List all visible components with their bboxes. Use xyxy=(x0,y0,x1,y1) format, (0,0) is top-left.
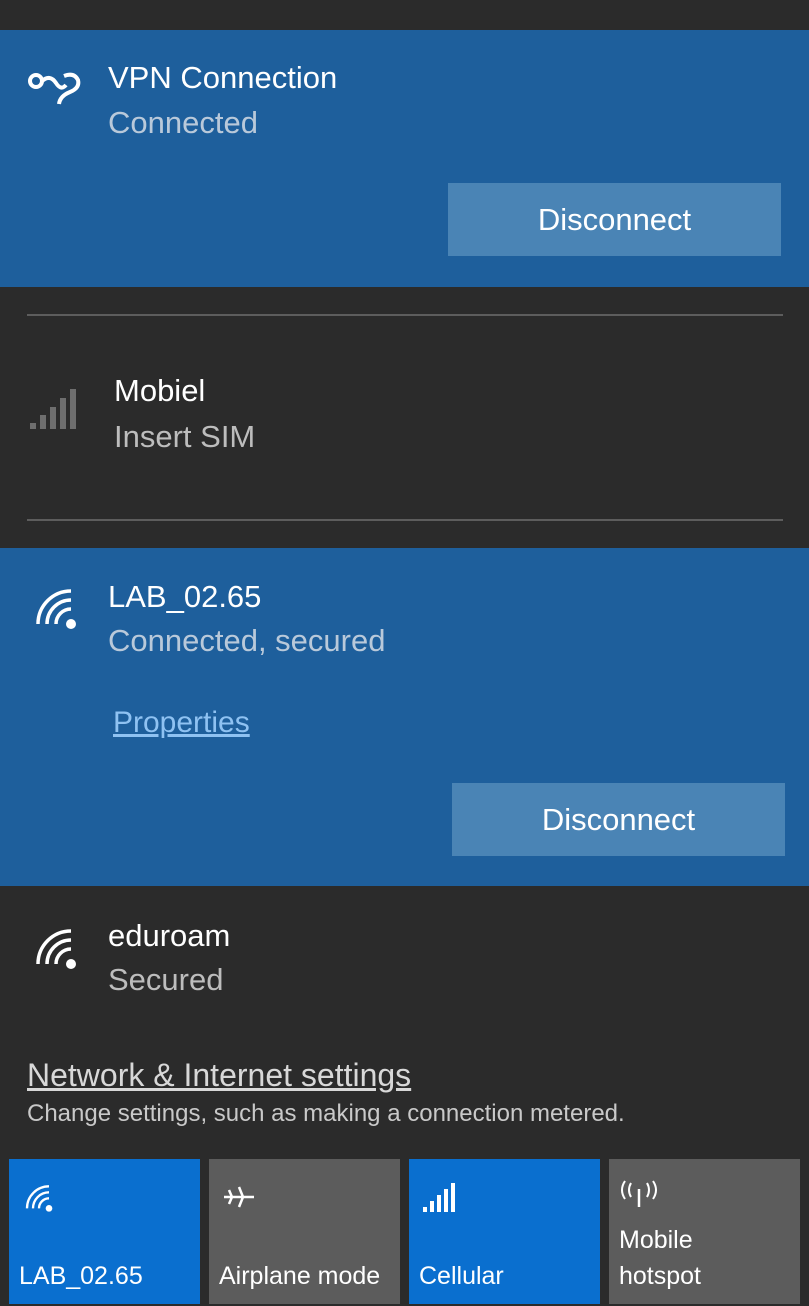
airplane-icon xyxy=(224,1186,254,1208)
quick-action-airplane-mode[interactable]: Airplane mode xyxy=(209,1159,400,1304)
quick-action-label: Cellular xyxy=(419,1262,504,1290)
wifi-icon xyxy=(25,1185,53,1212)
network-flyout: VPN Connection Connected Disconnect Mobi… xyxy=(0,0,809,1306)
quick-action-label: LAB_02.65 xyxy=(19,1262,143,1290)
divider xyxy=(27,519,783,521)
network-settings-description: Change settings, such as making a connec… xyxy=(27,1100,625,1127)
cellular-status: Insert SIM xyxy=(114,419,256,454)
wifi-connected-name: LAB_02.65 xyxy=(108,579,262,614)
vpn-connection-item[interactable]: VPN Connection Connected Disconnect xyxy=(0,30,809,287)
vpn-icon xyxy=(28,72,81,105)
vpn-disconnect-button[interactable]: Disconnect xyxy=(448,183,781,256)
hotspot-icon xyxy=(621,1180,657,1207)
divider xyxy=(27,314,783,316)
flyout-top-strip xyxy=(0,0,809,30)
signal-bars-icon xyxy=(30,389,76,429)
quick-action-label: Mobile hotspot xyxy=(619,1226,702,1290)
vpn-status: Connected xyxy=(108,105,258,140)
cellular-name: Mobiel xyxy=(114,373,206,408)
quick-action-wifi[interactable]: LAB_02.65 xyxy=(9,1159,200,1304)
wifi-network-item-connected[interactable]: LAB_02.65 Connected, secured Properties … xyxy=(0,548,809,886)
vpn-name: VPN Connection xyxy=(108,60,338,95)
wifi-connected-status: Connected, secured xyxy=(108,623,386,658)
quick-action-label: Airplane mode xyxy=(219,1262,381,1290)
quick-action-mobile-hotspot[interactable]: Mobile hotspot xyxy=(609,1159,800,1304)
wifi-other-name: eduroam xyxy=(108,918,231,953)
wifi-network-item-eduroam[interactable]: eduroam Secured xyxy=(0,886,809,1036)
network-settings-link[interactable]: Network & Internet settings xyxy=(27,1056,411,1094)
cellular-network-item[interactable]: Mobiel Insert SIM xyxy=(0,340,809,500)
wifi-disconnect-button[interactable]: Disconnect xyxy=(452,783,785,856)
wifi-icon xyxy=(36,589,76,629)
wifi-icon xyxy=(36,929,76,969)
wifi-other-status: Secured xyxy=(108,962,224,997)
properties-link[interactable]: Properties xyxy=(113,705,250,741)
signal-bars-icon xyxy=(423,1183,455,1212)
quick-action-cellular[interactable]: Cellular xyxy=(409,1159,600,1304)
